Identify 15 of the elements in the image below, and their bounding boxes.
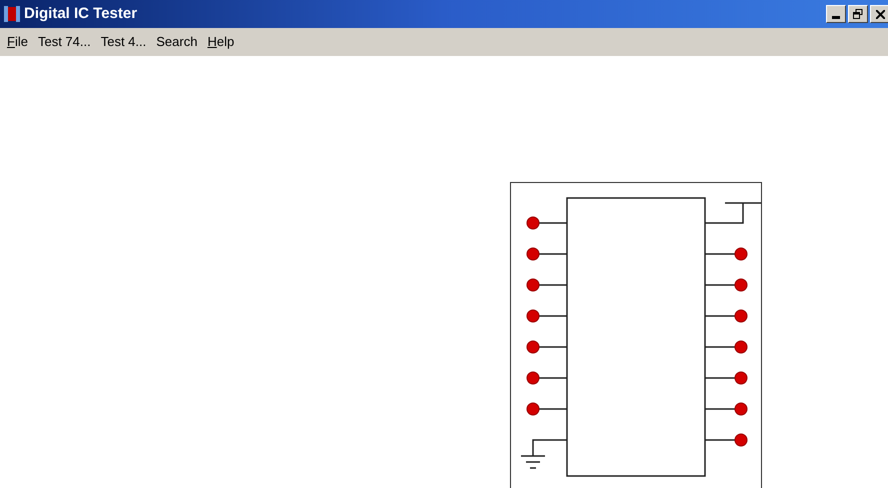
close-icon (876, 10, 884, 18)
app-icon (4, 6, 20, 22)
ground-symbol-icon (521, 439, 567, 469)
restore-icon (853, 9, 863, 19)
menu-item[interactable]: Search (151, 32, 202, 52)
minimize-button[interactable] (826, 5, 846, 23)
power-symbol-icon (705, 202, 761, 224)
close-button[interactable] (870, 5, 888, 23)
menu-item[interactable]: Test 4... (96, 32, 152, 52)
menu-item[interactable]: Test 74... (32, 32, 96, 52)
window-title: Digital IC Tester (24, 4, 138, 24)
restore-button[interactable] (848, 5, 868, 23)
menu-item[interactable]: File (2, 32, 33, 52)
menu-item[interactable]: Help (202, 32, 240, 52)
minimize-icon (832, 16, 840, 19)
